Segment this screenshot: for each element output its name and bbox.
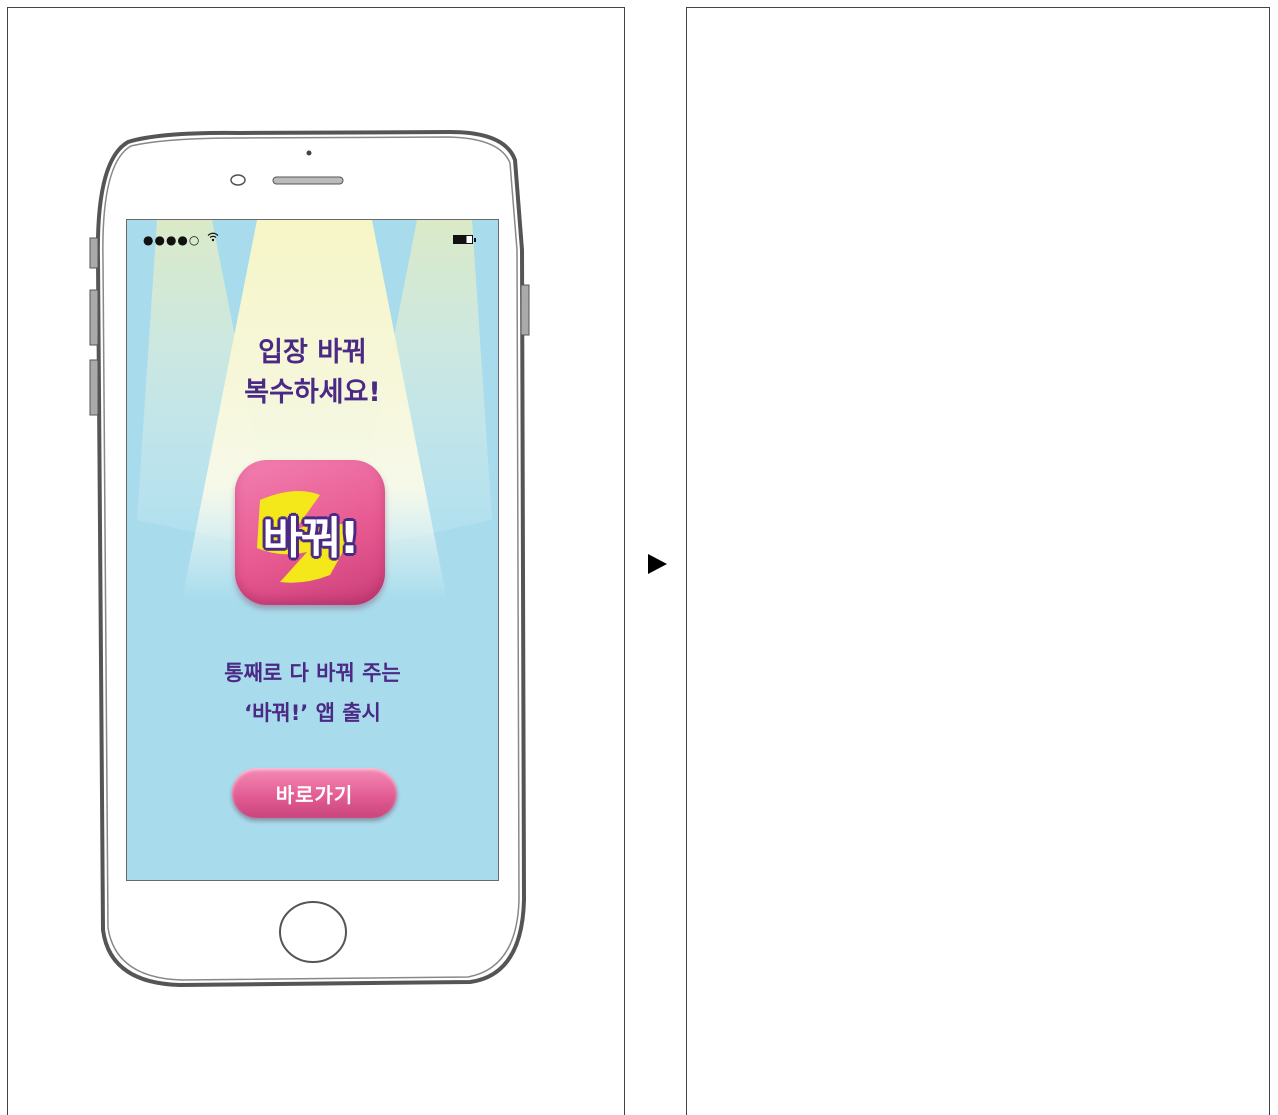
- battery-icon: [453, 235, 476, 244]
- wifi-icon: [207, 232, 219, 245]
- speaker-slot: [272, 176, 344, 185]
- headline-line1: 입장 바꿔: [258, 337, 367, 368]
- phone-screen: ●●●●○ 입장 바꿔 복수하세요! 바꿔! 통째로 다 바꿔 주는 ‘바꿔!’…: [126, 219, 499, 881]
- signal-strength-icon: ●●●●○: [143, 233, 201, 247]
- headline-line2: 복수하세요!: [244, 377, 381, 408]
- camera-dot: [306, 150, 312, 156]
- go-button[interactable]: 바로가기: [232, 768, 397, 818]
- app-icon-label: 바꿔!: [262, 513, 359, 564]
- description-line2: ‘바꿔!’ 앱 출시: [244, 701, 381, 725]
- description-line1: 통째로 다 바꿔 주는: [224, 661, 401, 685]
- app-icon[interactable]: 바꿔!: [235, 460, 385, 605]
